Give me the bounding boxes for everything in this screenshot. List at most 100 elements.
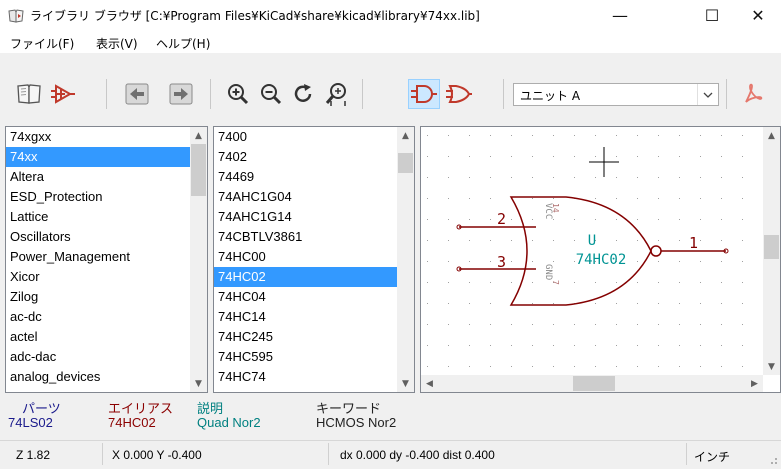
scroll-right-icon[interactable]: ▶ xyxy=(746,375,763,392)
toolbar-separator xyxy=(362,79,363,109)
scrollbar-thumb[interactable] xyxy=(398,153,413,173)
component-list-item[interactable]: 74469 xyxy=(214,167,397,187)
chevron-down-icon xyxy=(697,84,718,105)
library-browser-icon xyxy=(8,9,24,23)
zoom-out-button[interactable] xyxy=(256,79,286,109)
zoom-fit-button[interactable] xyxy=(322,79,352,109)
library-list-item[interactable]: ESD_Protection xyxy=(6,187,190,207)
toolbar-separator xyxy=(503,79,504,109)
select-component-button[interactable] xyxy=(48,79,78,109)
redraw-button[interactable] xyxy=(289,79,319,109)
library-list-item[interactable]: Xicor xyxy=(6,267,190,287)
scroll-up-icon[interactable]: ▲ xyxy=(397,127,414,144)
component-list-item[interactable]: 74AHC1G04 xyxy=(214,187,397,207)
power-pin-gnd-number: 7 xyxy=(551,280,560,285)
scrollbar-thumb[interactable] xyxy=(764,235,779,259)
close-icon: ✕ xyxy=(751,6,765,25)
component-info-bar: パーツ 74LS02 エイリアス 74HC02 説明 Quad Nor2 キーワ… xyxy=(0,394,781,436)
canvas-vertical-scrollbar[interactable]: ▲ ▼ xyxy=(763,127,780,375)
scroll-down-icon[interactable]: ▼ xyxy=(397,375,414,392)
library-list-item[interactable]: analog_devices xyxy=(6,367,190,387)
library-list-scrollbar[interactable]: ▲ ▼ xyxy=(190,127,207,392)
scrollbar-thumb[interactable] xyxy=(573,376,615,391)
alias-value: 74HC02 xyxy=(108,415,156,430)
library-list-item[interactable]: Lattice xyxy=(6,207,190,227)
scroll-up-icon[interactable]: ▲ xyxy=(763,127,780,144)
component-list-item[interactable]: 7400 xyxy=(214,127,397,147)
nor-gate-body[interactable] xyxy=(509,196,652,306)
description-value: Quad Nor2 xyxy=(197,415,261,430)
minimize-button[interactable]: — xyxy=(597,0,643,31)
window-title: ライブラリ ブラウザ [C:¥Program Files¥KiCad¥share… xyxy=(30,9,480,23)
scrollbar-thumb[interactable] xyxy=(191,144,206,196)
show-normal-button[interactable] xyxy=(408,79,440,109)
library-list-item[interactable]: actel xyxy=(6,327,190,347)
book-icon xyxy=(17,84,41,104)
scroll-left-icon[interactable]: ◀ xyxy=(421,375,438,392)
status-separator xyxy=(328,443,329,465)
component-list-item[interactable]: 74HC245 xyxy=(214,327,397,347)
select-component-icon xyxy=(51,84,75,104)
component-list-item[interactable]: 74HC02 xyxy=(214,267,397,287)
library-list-item[interactable]: adc-dac xyxy=(6,347,190,367)
maximize-button[interactable]: ☐ xyxy=(689,0,735,31)
next-component-button[interactable] xyxy=(166,79,196,109)
status-cursor-position: X 0.000 Y -0.400 xyxy=(112,448,202,462)
power-pin-vcc-number: 14 xyxy=(551,203,560,213)
zoom-fit-icon xyxy=(325,83,346,106)
library-list-item[interactable]: Altera xyxy=(6,167,190,187)
pin-number-3: 3 xyxy=(497,253,506,271)
resize-grip-icon[interactable] xyxy=(766,453,778,465)
library-list-item[interactable]: Zilog xyxy=(6,287,190,307)
component-list-item[interactable]: 74HC595 xyxy=(214,347,397,367)
component-list-scrollbar[interactable]: ▲ ▼ xyxy=(397,127,414,392)
export-pdf-button[interactable] xyxy=(737,79,767,109)
menu-file[interactable]: ファイル(F) xyxy=(10,35,74,52)
power-pin-gnd: GND xyxy=(543,264,553,280)
component-list-item[interactable]: 74HC14 xyxy=(214,307,397,327)
component-list[interactable]: 7400 7402 74469 74AHC1G04 74AHC1G14 74CBTLV38… xyxy=(213,126,415,393)
canvas-horizontal-scrollbar[interactable]: ◀ ▶ xyxy=(421,375,763,392)
cursor-crosshair xyxy=(589,147,619,177)
component-list-item[interactable]: 74HC04 xyxy=(214,287,397,307)
close-button[interactable]: ✕ xyxy=(735,0,781,31)
library-list-item[interactable]: 74xx xyxy=(6,147,190,167)
next-icon xyxy=(169,83,193,105)
unit-select[interactable]: ユニット A xyxy=(513,83,719,106)
library-list[interactable]: 74xgxx 74xx Altera ESD_Protection Lattice Osc… xyxy=(5,126,208,393)
menu-view[interactable]: 表示(V) xyxy=(96,35,138,52)
component-list-item[interactable]: 74CBTLV3861 xyxy=(214,227,397,247)
component-value: 74HC02 xyxy=(576,252,627,268)
pin-number-1: 1 xyxy=(689,234,698,252)
menu-bar: ファイル(F) 表示(V) ヘルプ(H) xyxy=(0,31,781,53)
status-separator xyxy=(686,443,687,465)
scroll-down-icon[interactable]: ▼ xyxy=(763,358,780,375)
status-bar: Z 1.82 X 0.000 Y -0.400 dx 0.000 dy -0.4… xyxy=(0,440,781,469)
select-library-button[interactable] xyxy=(14,79,44,109)
previous-component-button[interactable] xyxy=(122,79,152,109)
component-list-item[interactable]: 74HC74 xyxy=(214,367,397,387)
redraw-icon xyxy=(294,84,312,102)
library-list-item[interactable]: Power_Management xyxy=(6,247,190,267)
library-list-item[interactable]: ac-dc xyxy=(6,307,190,327)
previous-icon xyxy=(125,83,149,105)
library-list-item[interactable]: 74xgxx xyxy=(6,127,190,147)
schematic-view[interactable]: 2 3 1 VCC 14 GND 7 U 74HC02 xyxy=(421,127,763,375)
component-reference: U xyxy=(588,233,596,249)
zoom-in-button[interactable] xyxy=(223,79,253,109)
menu-help[interactable]: ヘルプ(H) xyxy=(156,35,210,52)
schematic-canvas[interactable]: 2 3 1 VCC 14 GND 7 U 74HC02 ▲ ▼ ◀ ▶ xyxy=(420,126,781,393)
show-normal-icon xyxy=(411,85,437,103)
unit-select-value: ユニット A xyxy=(520,89,581,103)
component-list-item[interactable]: 74AHC1G14 xyxy=(214,207,397,227)
library-list-item[interactable]: Oscillators xyxy=(6,227,190,247)
show-demorgan-button[interactable] xyxy=(444,79,474,109)
pin-number-2: 2 xyxy=(497,210,506,228)
component-list-item[interactable]: 7402 xyxy=(214,147,397,167)
keywords-value: HCMOS Nor2 xyxy=(316,415,397,430)
component-list-item[interactable]: 74HC00 xyxy=(214,247,397,267)
toolbar-separator xyxy=(726,79,727,109)
scroll-down-icon[interactable]: ▼ xyxy=(190,375,207,392)
scroll-up-icon[interactable]: ▲ xyxy=(190,127,207,144)
toolbar-separator xyxy=(210,79,211,109)
